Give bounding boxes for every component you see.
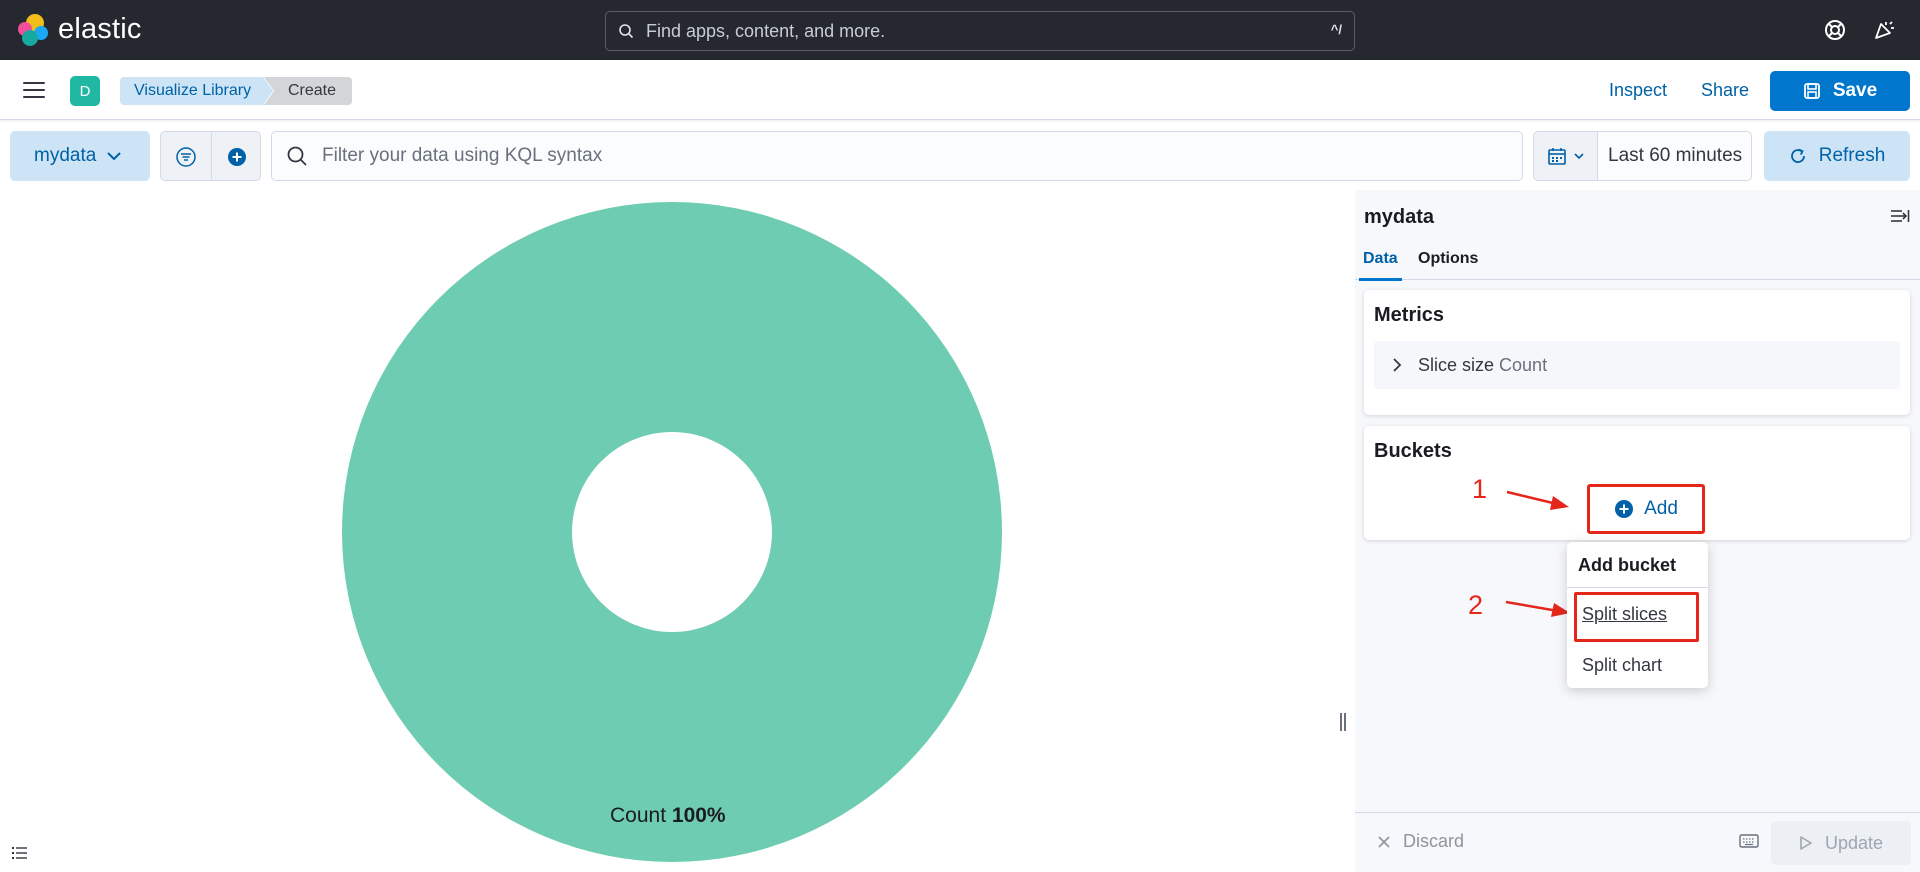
data-view-selector[interactable]: mydata — [10, 131, 150, 181]
metric-value: Count — [1499, 354, 1548, 375]
menu-toggle-icon[interactable] — [23, 82, 45, 98]
metrics-title: Metrics — [1374, 304, 1445, 326]
pie-slice-count[interactable] — [342, 202, 1002, 862]
collapse-sidebar-icon[interactable] — [1890, 208, 1910, 224]
breadcrumb-visualize-library[interactable]: Visualize Library — [120, 77, 273, 105]
plus-circle-icon — [1615, 500, 1634, 518]
buckets-panel: Buckets Add — [1364, 426, 1910, 540]
app-navbar: D Visualize Library Create Inspect Share… — [0, 60, 1920, 120]
tab-data[interactable]: Data — [1359, 250, 1402, 281]
filter-menu-icon[interactable] — [175, 146, 197, 168]
slice-label-name: Count — [610, 804, 667, 827]
update-label: Update — [1824, 832, 1884, 853]
elastic-logo[interactable]: elastic — [18, 13, 142, 46]
discard-label: Discard — [1403, 831, 1465, 851]
share-link[interactable]: Share — [1701, 80, 1749, 101]
elastic-logo-icon — [18, 13, 50, 46]
discard-button[interactable]: Discard — [1377, 831, 1464, 852]
annotation-arrow-1 — [1506, 490, 1569, 510]
close-icon — [1378, 835, 1390, 848]
sidebar-title: mydata — [1364, 206, 1435, 228]
chevron-down-icon — [107, 152, 122, 161]
search-placeholder: Find apps, content, and more. — [646, 20, 886, 41]
popover-title: Add bucket — [1578, 555, 1677, 575]
donut-chart — [342, 202, 1002, 862]
legend-toggle-icon[interactable] — [12, 846, 28, 860]
kql-search-input[interactable]: Filter your data using KQL syntax — [271, 131, 1523, 181]
panel-resize-handle[interactable] — [1340, 713, 1348, 731]
slice-label-value: 100% — [671, 804, 726, 827]
kql-placeholder: Filter your data using KQL syntax — [322, 145, 603, 166]
tab-options[interactable]: Options — [1418, 250, 1478, 278]
space-avatar[interactable]: D — [70, 76, 100, 106]
refresh-button[interactable]: Refresh — [1764, 131, 1910, 181]
breadcrumb-create: Create — [264, 77, 353, 105]
annotation-step-1: 1 — [1472, 474, 1488, 504]
save-button-label: Save — [1832, 80, 1878, 101]
refresh-icon — [1790, 148, 1805, 163]
sidebar-tabs: Data Options — [1355, 238, 1920, 281]
update-button[interactable]: Update — [1771, 821, 1911, 865]
global-header: elastic Find apps, content, and more. ^/ — [0, 0, 1920, 60]
quick-select-button[interactable] — [1534, 132, 1598, 180]
help-icon[interactable] — [1823, 18, 1847, 42]
save-icon — [1803, 83, 1820, 99]
annotation-arrow-2 — [1505, 600, 1570, 617]
add-bucket-popover: Add bucket Split slices Split chart — [1567, 542, 1708, 688]
visualization-panel: Count 100% — [0, 190, 1346, 872]
keyboard-icon[interactable] — [1739, 833, 1759, 849]
slice-label: Count 100% — [610, 804, 726, 828]
search-icon — [287, 146, 307, 166]
search-shortcut: ^/ — [1330, 22, 1342, 37]
chevron-right-icon — [1393, 358, 1402, 372]
sidebar-footer: Discard Update — [1355, 812, 1920, 872]
buckets-title: Buckets — [1374, 440, 1452, 462]
time-range-label[interactable]: Last 60 minutes — [1608, 145, 1742, 167]
search-icon — [619, 24, 634, 39]
brand-name: elastic — [58, 13, 142, 45]
add-filter-icon[interactable] — [226, 146, 248, 168]
save-button[interactable]: Save — [1770, 71, 1910, 111]
editor-sidebar: mydata Data Options Metrics Slice size C… — [1355, 190, 1920, 872]
metrics-panel: Metrics Slice size Count — [1364, 290, 1910, 415]
add-bucket-label: Add — [1644, 498, 1678, 519]
data-view-label: mydata — [34, 145, 97, 166]
date-picker[interactable]: Last 60 minutes — [1533, 131, 1752, 181]
refresh-label: Refresh — [1818, 145, 1886, 166]
global-search-input[interactable]: Find apps, content, and more. ^/ — [605, 11, 1355, 51]
highlight-box — [1574, 592, 1699, 642]
menu-item-split-chart[interactable]: Split chart — [1582, 655, 1662, 676]
calendar-icon — [1547, 148, 1566, 165]
add-bucket-button[interactable]: Add — [1587, 484, 1705, 534]
filter-controls — [160, 131, 261, 181]
metric-slice-size[interactable]: Slice size Count — [1374, 341, 1900, 389]
chevron-down-icon — [1573, 153, 1584, 160]
play-icon — [1800, 836, 1812, 850]
query-bar: mydata Filter your data using KQL syntax — [0, 120, 1920, 190]
metric-label: Slice size — [1418, 354, 1495, 375]
newsfeed-icon[interactable] — [1872, 18, 1896, 42]
inspect-link[interactable]: Inspect — [1609, 80, 1667, 101]
annotation-step-2: 2 — [1468, 590, 1484, 620]
